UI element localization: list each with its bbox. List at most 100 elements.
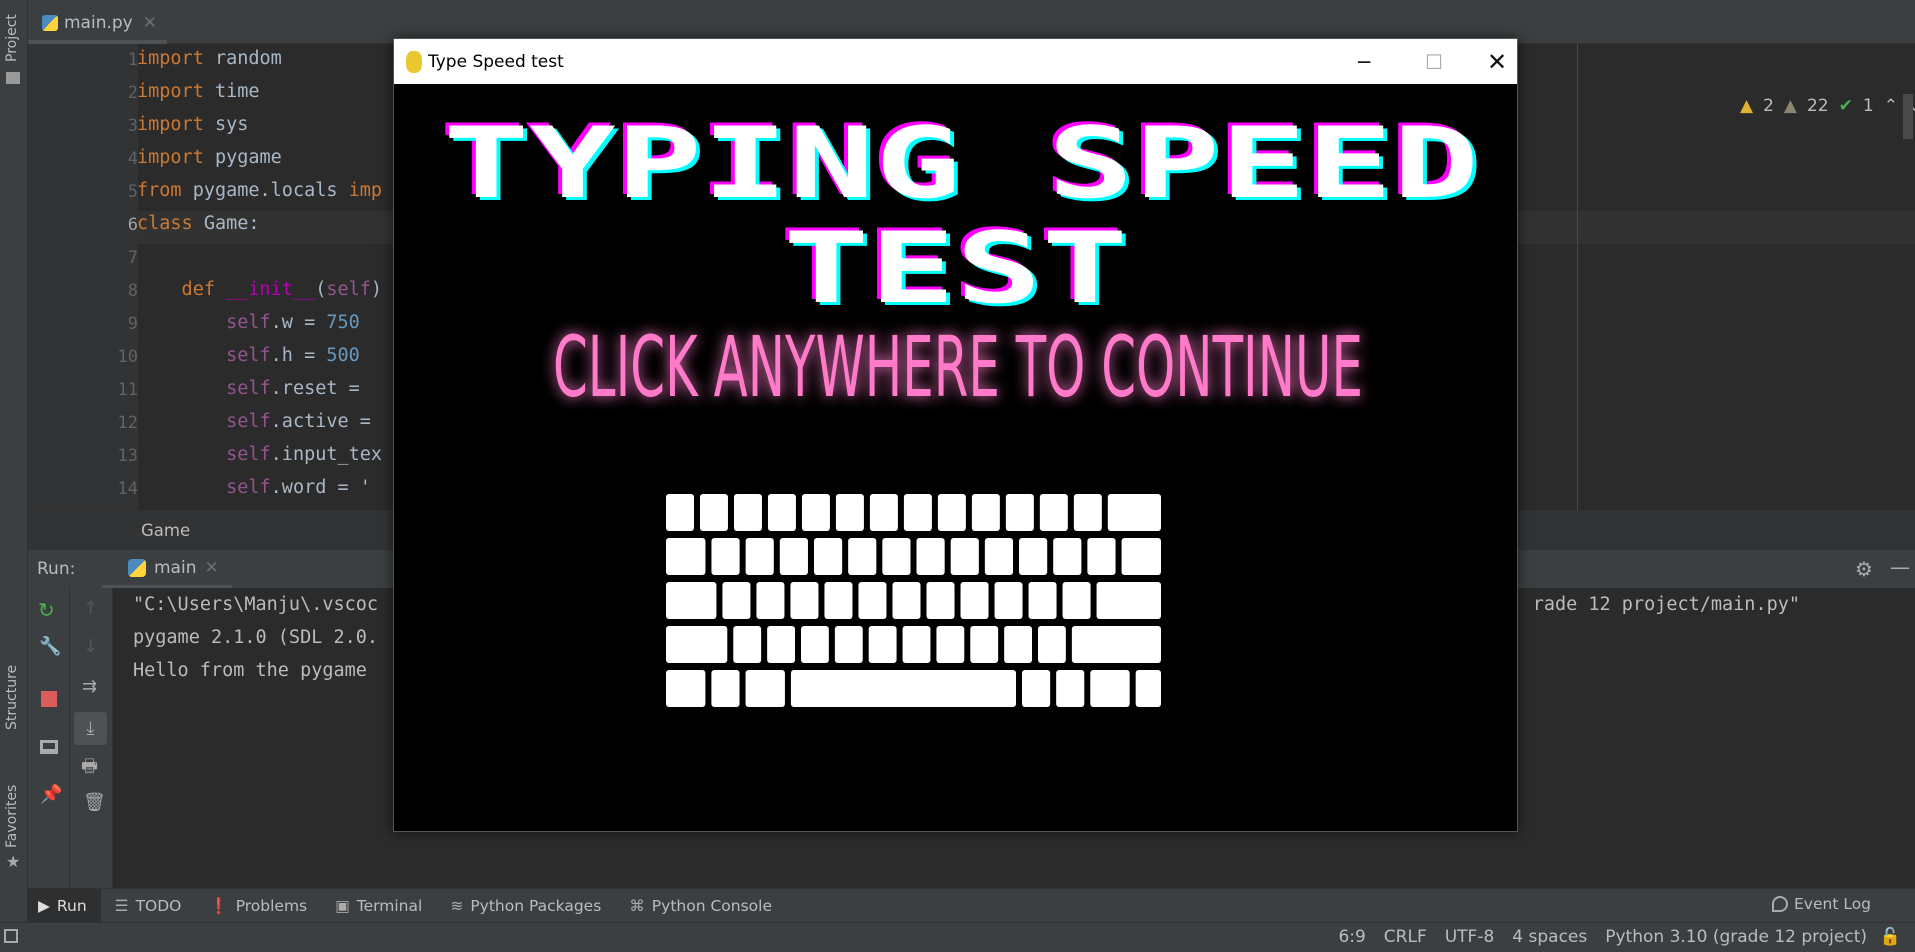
layout-icon[interactable] bbox=[40, 740, 58, 754]
tool-tab-python-packages[interactable]: ≋ Python Packages bbox=[436, 889, 615, 923]
tool-tab-todo[interactable]: ☰ TODO bbox=[101, 889, 196, 923]
maximize-button[interactable]: ☐ bbox=[1399, 39, 1469, 84]
heading-line1: TYPING SPEED bbox=[443, 107, 1479, 221]
run-toolbar-secondary: ↑ ↓ ⇉ ⤓ 🖶 🗑 bbox=[70, 588, 113, 888]
game-canvas[interactable]: TYPING SPEED TYPING SPEED TYPING SPEED T… bbox=[394, 84, 1517, 831]
code-token: sys bbox=[203, 114, 249, 135]
code-line: import pygame bbox=[137, 147, 282, 168]
stop-icon[interactable] bbox=[41, 691, 57, 707]
keyboard-key bbox=[903, 494, 932, 531]
keyboard-key bbox=[902, 626, 931, 663]
keyboard-key bbox=[882, 538, 911, 575]
editor-scrollbar[interactable] bbox=[1903, 94, 1913, 139]
keyboard-key bbox=[1022, 670, 1051, 707]
click-to-continue-prompt: CLICK ANYWHERE TO CONTINUE bbox=[553, 318, 1363, 416]
structure-tool-button[interactable]: Structure bbox=[4, 665, 20, 730]
file-encoding[interactable]: UTF-8 bbox=[1445, 927, 1495, 947]
window-title-bar[interactable]: Type Speed test ─ ☐ ✕ bbox=[394, 39, 1517, 84]
interpreter-selector[interactable]: Python 3.10 (grade 12 project) bbox=[1605, 927, 1867, 947]
code-token: self bbox=[226, 444, 271, 465]
keyboard-key bbox=[1038, 626, 1066, 663]
keyboard-key bbox=[756, 582, 785, 619]
keyboard-key bbox=[745, 538, 774, 575]
code-token: self bbox=[326, 279, 371, 300]
tab-main-py[interactable]: main.py ✕ bbox=[28, 6, 167, 44]
keyboard-key bbox=[767, 494, 796, 531]
tool-tab-run[interactable]: ▶ Run bbox=[28, 888, 101, 923]
code-line: from pygame.locals imp bbox=[137, 180, 382, 201]
line-number: 11 bbox=[117, 380, 138, 400]
minimize-panel-icon[interactable]: — bbox=[1890, 555, 1910, 579]
run-label: Run: bbox=[37, 559, 76, 579]
line-number: 2 bbox=[127, 83, 138, 103]
up-arrow-icon[interactable]: ↑ bbox=[83, 598, 98, 619]
pin-icon[interactable]: 📌 bbox=[40, 784, 62, 805]
typo-count: 1 bbox=[1862, 96, 1874, 116]
pygame-window[interactable]: Type Speed test ─ ☐ ✕ TYPING SPEED TYPIN… bbox=[393, 38, 1518, 832]
line-number: 7 bbox=[127, 248, 138, 268]
project-tool-button[interactable]: Project bbox=[4, 14, 20, 62]
tab-label: main.py bbox=[64, 13, 133, 33]
wrench-icon[interactable]: 🔧 bbox=[39, 636, 61, 657]
code-line: import sys bbox=[137, 114, 248, 135]
game-splash: TYPING SPEED TYPING SPEED TYPING SPEED T… bbox=[439, 104, 1483, 707]
favorites-tool-button[interactable]: Favorites bbox=[4, 785, 20, 848]
line-separator[interactable]: CRLF bbox=[1384, 927, 1427, 947]
close-tab-icon[interactable]: ✕ bbox=[143, 13, 157, 33]
minimize-button[interactable]: ─ bbox=[1329, 39, 1399, 84]
down-arrow-icon[interactable]: ↓ bbox=[83, 636, 98, 657]
event-log-button[interactable]: Event Log bbox=[1772, 895, 1871, 913]
problems-icon: ❗ bbox=[209, 896, 229, 915]
line-number: 10 bbox=[117, 347, 138, 367]
keyboard-key bbox=[813, 538, 843, 575]
toggle-tool-windows-icon[interactable] bbox=[4, 929, 18, 943]
line-number: 14 bbox=[117, 479, 138, 499]
trash-icon[interactable]: 🗑 bbox=[83, 792, 106, 813]
close-run-tab-icon[interactable]: ✕ bbox=[204, 558, 218, 578]
line-number: 3 bbox=[127, 116, 138, 136]
keyboard-key bbox=[733, 494, 762, 531]
line-number: 13 bbox=[117, 446, 138, 466]
bottom-tool-tabs: ▶ Run ☰ TODO ❗ Problems ▣ Terminal ≋ Python Packa… bbox=[28, 888, 1915, 923]
indent-setting[interactable]: 4 spaces bbox=[1512, 927, 1587, 947]
keyboard-key bbox=[937, 494, 966, 531]
tool-tab-label: Python Console bbox=[651, 896, 772, 915]
keyboard-key bbox=[1028, 582, 1057, 619]
code-token: class bbox=[137, 213, 193, 234]
soft-wrap-icon[interactable]: ⇉ bbox=[82, 676, 97, 697]
keyboard-key bbox=[779, 538, 808, 575]
caret-position[interactable]: 6:9 bbox=[1338, 927, 1365, 947]
tool-tab-python-console[interactable]: ⌘ Python Console bbox=[615, 889, 786, 923]
settings-gear-icon[interactable]: ⚙ bbox=[1855, 557, 1873, 581]
previous-highlight-icon[interactable]: ⌃ bbox=[1884, 96, 1898, 116]
keyboard-key bbox=[868, 626, 897, 663]
run-tab-main[interactable]: main ✕ bbox=[102, 550, 232, 588]
tool-tab-terminal[interactable]: ▣ Terminal bbox=[321, 889, 436, 923]
tool-tab-problems[interactable]: ❗ Problems bbox=[195, 889, 321, 923]
breadcrumb-item-game[interactable]: Game bbox=[141, 521, 190, 540]
inspection-widget[interactable]: ▲2 ▲22 ✔1 ⌃ ⌄ bbox=[1740, 96, 1915, 116]
line-number: 4 bbox=[127, 149, 138, 169]
close-button[interactable]: ✕ bbox=[1462, 39, 1532, 84]
code-token: self bbox=[226, 345, 271, 366]
keyboard-key bbox=[892, 582, 921, 619]
tool-tab-label: Run bbox=[56, 896, 87, 915]
keyboard-key bbox=[801, 626, 829, 663]
code-token: import bbox=[137, 81, 204, 102]
print-icon[interactable]: 🖶 bbox=[81, 754, 98, 784]
python-icon bbox=[128, 558, 146, 577]
code-token: .w = bbox=[270, 312, 327, 333]
keyboard-key bbox=[994, 582, 1023, 619]
scroll-to-end-icon[interactable]: ⤓ bbox=[74, 712, 107, 745]
rerun-icon[interactable]: ↻ bbox=[38, 598, 55, 622]
event-log-icon bbox=[1772, 896, 1788, 912]
play-icon: ▶ bbox=[38, 896, 50, 915]
console-line: pygame 2.1.0 (SDL 2.0. bbox=[133, 627, 379, 648]
line-number: 9 bbox=[127, 314, 138, 334]
keyboard-key bbox=[824, 582, 853, 619]
keyboard-key bbox=[711, 670, 740, 707]
status-bar: 6:9 CRLF UTF-8 4 spaces Python 3.10 (gra… bbox=[0, 922, 1915, 952]
run-tab-label: main bbox=[154, 557, 197, 578]
lock-icon[interactable]: 🔓 bbox=[1880, 927, 1901, 947]
